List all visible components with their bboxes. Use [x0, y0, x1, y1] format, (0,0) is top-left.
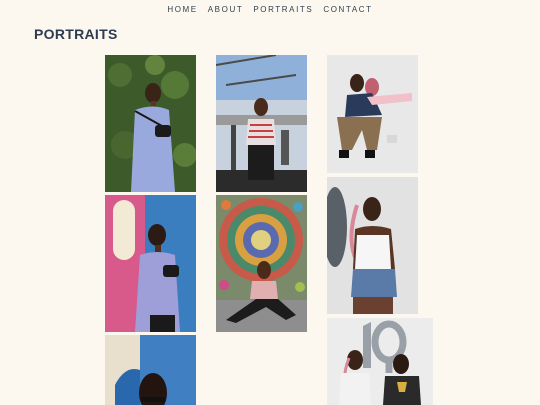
nav-contact-link[interactable]: CONTACT [323, 5, 372, 14]
photo-mandala-portrait[interactable] [216, 195, 307, 332]
top-nav: HOME ABOUT PORTRAITS CONTACT [0, 5, 540, 14]
page-title: PORTRAITS [34, 26, 118, 42]
photo-mural-portrait[interactable] [105, 195, 196, 332]
photo-duo-portrait[interactable] [327, 55, 418, 173]
nav-home-link[interactable]: HOME [167, 5, 197, 14]
photo-blue-wall-portrait[interactable] [105, 335, 196, 405]
photo-denim-portrait[interactable] [327, 177, 418, 314]
photo-balloon-portrait[interactable] [327, 318, 433, 405]
photo-hedge-portrait[interactable] [105, 55, 196, 192]
nav-about-link[interactable]: ABOUT [208, 5, 244, 14]
photo-rooftop-portrait[interactable] [216, 55, 307, 192]
nav-portraits-link[interactable]: PORTRAITS [253, 5, 313, 14]
